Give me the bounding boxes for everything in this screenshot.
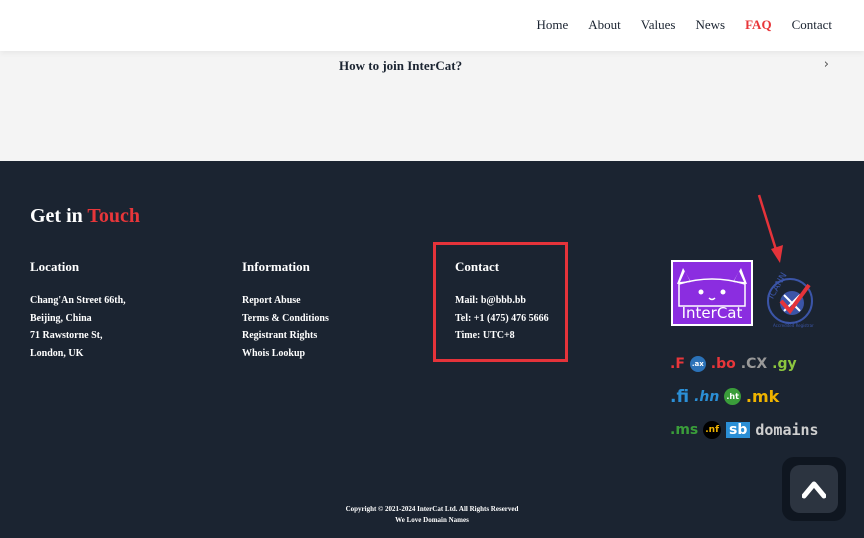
location-line: 71 Rawstorne St, <box>30 330 103 341</box>
location-column: Location Chang'An Street 66th, Beijing, … <box>30 259 126 362</box>
site-footer: Get in Touch Location Chang'An Street 66… <box>0 161 864 538</box>
nav-news[interactable]: News <box>695 17 725 33</box>
tld-logo: .ax <box>689 355 706 372</box>
tld-logo: .gy <box>772 355 797 372</box>
tld-logo: .F <box>670 355 685 372</box>
location-line: London, UK <box>30 347 84 359</box>
back-to-top-button[interactable] <box>782 457 846 521</box>
terms-link[interactable]: Terms & Conditions <box>242 310 329 328</box>
tld-logo: .CX <box>740 355 768 372</box>
back-to-top-inner <box>790 465 838 513</box>
nav-faq[interactable]: FAQ <box>745 17 771 33</box>
tld-logo: sb <box>726 421 751 438</box>
registrant-rights-link[interactable]: Registrant Rights <box>242 327 329 345</box>
cat-face-icon <box>677 268 747 307</box>
faq-question: How to join InterCat? <box>339 58 463 73</box>
tld-logos: .F .ax .bo .CX .gy .fi .hn .ht .mk .ms .… <box>670 347 832 446</box>
tld-row: .ms .nf sb domains <box>670 413 832 446</box>
annotation-arrow-icon <box>757 194 783 263</box>
location-line: Beijing, China <box>30 312 92 324</box>
contact-time: Time: UTC+8 <box>455 330 515 341</box>
copyright-text: Copyright © 2021-2024 InterCat Ltd. All … <box>345 505 519 513</box>
nav-about[interactable]: About <box>588 17 621 33</box>
location-title: Location <box>30 259 80 274</box>
tld-logo: .ms <box>670 421 699 438</box>
information-column: Information Report Abuse Terms & Conditi… <box>242 259 329 362</box>
intercat-logo-text: InterCat <box>681 304 743 322</box>
tld-logo: .hn <box>694 388 720 405</box>
report-abuse-link[interactable]: Report Abuse <box>242 292 329 310</box>
faq-item[interactable]: How to join InterCat? › <box>339 57 829 77</box>
nav-home[interactable]: Home <box>537 17 569 33</box>
contact-column: Contact Mail: b@bbb.bb Tel: +1 (475) 476… <box>455 259 549 345</box>
tld-logo: .nf <box>703 420 721 439</box>
tld-logo: .bo <box>710 355 736 372</box>
chevron-right-icon[interactable]: › <box>824 57 829 72</box>
contact-title: Contact <box>455 259 500 274</box>
tld-logo: .mk <box>745 387 780 406</box>
icann-subtext: Accredited Registrar <box>773 323 814 328</box>
tld-logo: .fi <box>670 386 690 407</box>
top-navbar: Home About Values News FAQ Contact <box>0 0 864 51</box>
tld-logo: domains <box>755 420 819 439</box>
icann-badge-icon: ICANN Accredited Registrar <box>767 271 814 328</box>
location-line: Chang'An Street 66th, <box>30 295 126 306</box>
main-nav: Home About Values News FAQ Contact <box>517 17 832 33</box>
tld-row: .fi .hn .ht .mk <box>670 380 832 413</box>
contact-tel[interactable]: Tel: +1 (475) 476 5666 <box>455 310 549 328</box>
whois-lookup-link[interactable]: Whois Lookup <box>242 345 329 363</box>
tld-row: .F .ax .bo .CX .gy <box>670 347 832 380</box>
nav-contact[interactable]: Contact <box>792 17 832 33</box>
information-title: Information <box>242 259 310 274</box>
tld-logo: .ht <box>724 388 741 405</box>
get-in-touch-heading: Get in Touch <box>30 205 141 227</box>
intercat-logo: InterCat <box>671 260 753 326</box>
contact-mail[interactable]: Mail: b@bbb.bb <box>455 292 549 310</box>
chevron-up-icon <box>802 481 826 499</box>
tagline-text: We Love Domain Names <box>395 516 469 524</box>
nav-values[interactable]: Values <box>641 17 676 33</box>
